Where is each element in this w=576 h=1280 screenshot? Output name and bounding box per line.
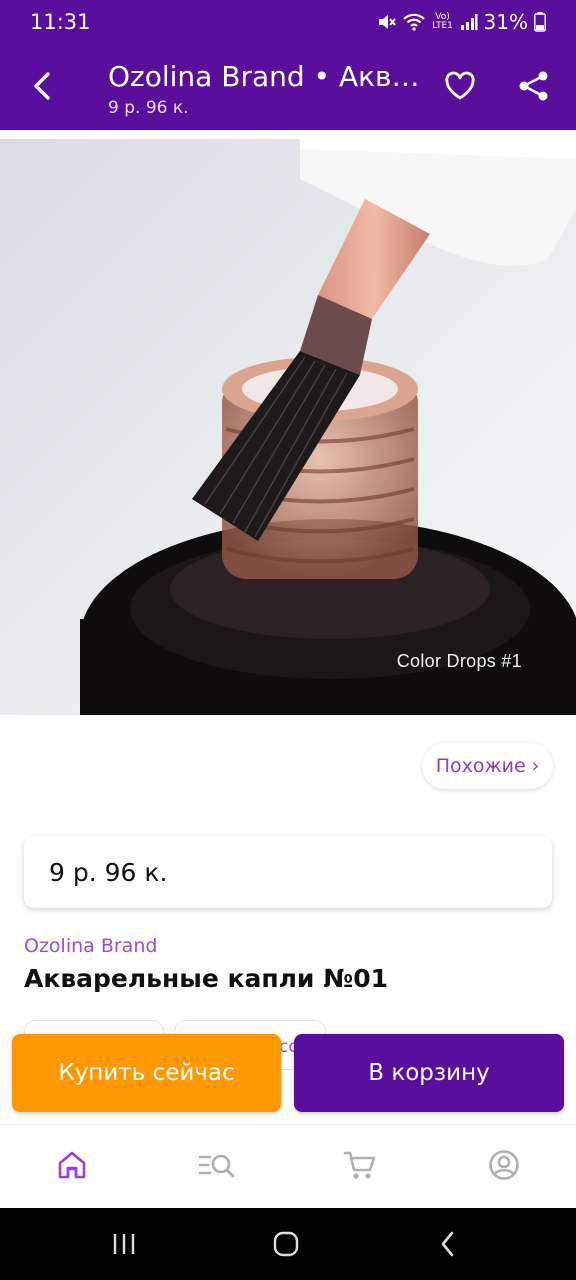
mute-icon bbox=[376, 12, 396, 32]
photo-caption: Color Drops #1 bbox=[396, 651, 522, 671]
share-icon bbox=[517, 70, 551, 106]
similar-products-button[interactable]: Похожие › bbox=[422, 743, 553, 789]
product-photo[interactable]: Color Drops #1 bbox=[0, 139, 576, 715]
price-card: 9 р. 96 к. bbox=[24, 836, 552, 908]
home-circle-icon bbox=[272, 1230, 300, 1262]
product-price: 9 р. 96 к. bbox=[49, 857, 168, 887]
app-bar: Ozolina Brand • Акварельные капли №01 9 … bbox=[0, 46, 576, 130]
home-system-button[interactable] bbox=[262, 1228, 310, 1264]
nav-home[interactable] bbox=[48, 1145, 96, 1189]
status-indicators: Vo) LTE1 31% bbox=[376, 10, 546, 34]
heart-icon bbox=[444, 71, 476, 105]
nail-polish-brush-image bbox=[0, 139, 576, 715]
cart-icon bbox=[343, 1149, 377, 1185]
status-bar: 11:31 Vo) LTE1 31% bbox=[0, 0, 576, 46]
recents-icon bbox=[111, 1232, 137, 1260]
profile-icon bbox=[488, 1149, 520, 1185]
lte-label: Vo) LTE1 bbox=[432, 12, 453, 31]
home-icon bbox=[56, 1149, 88, 1185]
back-arrow-icon bbox=[30, 70, 54, 106]
status-time: 11:31 bbox=[30, 10, 91, 34]
back-button[interactable] bbox=[18, 64, 66, 112]
nav-cart[interactable] bbox=[336, 1145, 384, 1189]
nav-profile[interactable] bbox=[480, 1145, 528, 1189]
buy-now-button[interactable]: Купить сейчас bbox=[12, 1034, 281, 1112]
page-title: Ozolina Brand • Акварельные капли №01 bbox=[108, 60, 426, 93]
catalog-search-icon bbox=[196, 1149, 236, 1185]
battery-percent: 31% bbox=[483, 10, 528, 34]
product-name: Акварельные капли №01 bbox=[24, 964, 389, 993]
title-block: Ozolina Brand • Акварельные капли №01 9 … bbox=[108, 58, 426, 120]
battery-icon bbox=[534, 12, 546, 32]
wifi-icon bbox=[402, 12, 426, 32]
system-navigation-bar bbox=[0, 1208, 576, 1280]
page-subtitle-price: 9 р. 96 к. bbox=[108, 98, 189, 118]
product-screen: 11:31 Vo) LTE1 31% Ozolina Brand • Аквар… bbox=[0, 0, 576, 1280]
similar-label: Похожие bbox=[435, 755, 526, 777]
signal-icon bbox=[460, 13, 478, 31]
bottom-navigation bbox=[0, 1124, 576, 1208]
share-button[interactable] bbox=[510, 66, 558, 110]
chevron-right-icon: › bbox=[531, 755, 540, 777]
favorite-button[interactable] bbox=[436, 66, 484, 110]
nav-catalog-search[interactable] bbox=[192, 1145, 240, 1189]
back-chevron-icon bbox=[438, 1230, 458, 1262]
brand-link[interactable]: Ozolina Brand bbox=[24, 935, 157, 957]
add-to-cart-button[interactable]: В корзину bbox=[294, 1034, 564, 1112]
recents-button[interactable] bbox=[100, 1228, 148, 1264]
back-system-button[interactable] bbox=[424, 1228, 472, 1264]
